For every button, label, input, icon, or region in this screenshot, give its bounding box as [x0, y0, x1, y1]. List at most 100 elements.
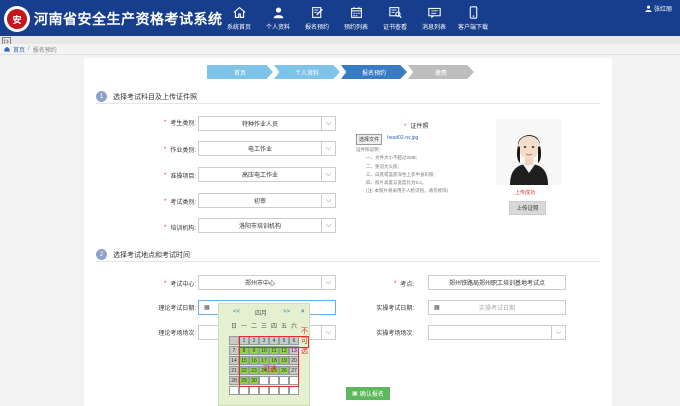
choose-file-button[interactable]: 选择文件	[356, 134, 383, 145]
theory-date-label: 理论考试日期:	[122, 303, 196, 312]
select-value: 初审	[253, 199, 266, 205]
id-photo-title: * 证件照	[404, 121, 428, 130]
nav-certificate-label: 证书查看	[382, 25, 407, 31]
calendar-empty-cell	[289, 386, 299, 395]
required-mark: *	[163, 119, 167, 126]
chevron-down-icon: ⌵	[321, 219, 335, 232]
progress-steps: 首页 个人资料 报名预约 缴费	[207, 65, 475, 79]
section-place-time-header: 2 选择考试地点和考试时间	[96, 248, 600, 262]
confirm-registration-button[interactable]: ▣ 确认报名	[346, 387, 390, 400]
chevron-down-icon: ⌵	[321, 117, 335, 130]
calendar-empty-cell	[239, 386, 249, 395]
nav-client-download[interactable]: 客户端下载	[455, 0, 491, 36]
id-photo-notes: 证件照说明： 一、文件大小不超过2MB; 二、免冠大头照; 三、白底或蓝底深色上…	[356, 146, 448, 196]
section-title: 选择考试地点和考试时间	[113, 251, 190, 259]
exam-site-input[interactable]: 郑州铁路局郑州职工培训基地考试点	[428, 275, 566, 290]
user-menu[interactable]: 张红丽	[645, 4, 672, 13]
chevron-down-icon: ⌵	[321, 168, 335, 181]
portrait-image	[496, 119, 562, 185]
available-annotation: 可选	[263, 366, 277, 373]
nav-booking-list[interactable]: 预约列表	[338, 0, 374, 36]
upload-photo-button[interactable]: 上传证照	[509, 201, 546, 215]
prev-month-button[interactable]: <<	[233, 309, 240, 315]
required-mark: *	[163, 198, 167, 205]
calendar-empty-cell	[269, 386, 279, 395]
nav-registration[interactable]: 报名预约	[299, 0, 335, 36]
practical-date-input[interactable]: ▦ 实操考试日期	[428, 300, 566, 315]
field-label: 作业类别:	[170, 148, 196, 154]
select-value: 高压电工作业	[241, 173, 278, 179]
required-mark: *	[163, 224, 167, 231]
required-mark: *	[163, 280, 167, 287]
field-label: 理论考试日期:	[158, 306, 196, 312]
exam-type-select[interactable]: 初审 ⌵	[198, 193, 336, 208]
calendar-empty-cell	[279, 386, 289, 395]
calendar-day[interactable]: 21	[229, 366, 239, 375]
required-mark: *	[163, 172, 167, 179]
weekday-header: 四	[270, 324, 277, 330]
required-mark: *	[163, 146, 167, 153]
training-org-select[interactable]: 洛阳市培训机构 ⌵	[198, 218, 336, 233]
certificate-search-icon	[388, 7, 402, 19]
calendar-empty-cell	[259, 386, 269, 395]
chevron-down-icon: ⌵	[321, 142, 335, 155]
calendar-day[interactable]: 14	[229, 356, 239, 365]
user-icon	[645, 5, 652, 12]
top-header: 安 河南省安全生产资格考试系统 系统首页 个人资料 报名预约 预约列表 证书查看…	[0, 0, 680, 36]
site-logo: 安	[4, 6, 30, 32]
edit-form-icon	[311, 7, 323, 18]
note-line: (注: 本照片将采用于人脸识别，请勿修饰)	[366, 188, 448, 194]
field-label: 培训机构:	[170, 226, 196, 232]
calendar-day[interactable]: 7	[229, 346, 239, 355]
exam-site-label: * 考点:	[354, 279, 414, 289]
unavailable-annotation: 不可选	[301, 328, 308, 355]
step-home: 首页	[207, 65, 273, 79]
operation-item-select[interactable]: 高压电工作业 ⌵	[198, 167, 336, 182]
exam-type-label: * 考试类别:	[122, 197, 196, 207]
calendar-day[interactable]: 28	[229, 376, 239, 385]
breadcrumb-home[interactable]: 首页	[13, 45, 25, 54]
job-category-label: * 作业类别:	[122, 145, 196, 155]
field-label: 考点:	[400, 282, 414, 288]
practical-session-label: 实操考场场次:	[354, 328, 414, 337]
required-mark: *	[393, 280, 397, 287]
note-line: 一、文件大小不超过2MB;	[366, 155, 418, 161]
breadcrumb-separator: /	[28, 46, 30, 52]
nav-messages[interactable]: 消息列表	[416, 0, 452, 36]
chevron-down-icon: ⌵	[321, 194, 335, 207]
section-title: 选择考试科目及上传证件照	[113, 93, 197, 101]
weekday-header: 六	[290, 324, 297, 330]
practical-session-select[interactable]: ⌵	[428, 325, 566, 340]
home-small-icon	[4, 46, 10, 52]
breadcrumb-current: 报名预约	[32, 47, 57, 54]
calendar-empty-cell	[229, 386, 239, 395]
nav-registration-label: 报名预约	[304, 25, 329, 31]
home-icon	[232, 6, 246, 18]
breadcrumb: 首页 / 报名预约	[0, 44, 680, 55]
field-label: 考试中心:	[170, 282, 196, 288]
nav-profile[interactable]: 个人资料	[260, 0, 296, 36]
candidate-type-select[interactable]: 特种作业人员 ⌵	[198, 116, 336, 131]
field-label: 实操考场场次:	[376, 331, 414, 337]
field-label: 考试类别:	[170, 200, 196, 206]
nav-certificate[interactable]: 证书查看	[377, 0, 413, 36]
theory-session-label: 理论考场场次:	[122, 328, 196, 337]
job-category-select[interactable]: 电工作业 ⌵	[198, 141, 336, 156]
select-value: 特种作业人员	[241, 122, 278, 128]
calendar-icon: ▦	[204, 305, 210, 311]
phone-download-icon	[469, 6, 477, 19]
step-profile: 个人资料	[274, 65, 340, 79]
required-mark: *	[404, 124, 407, 130]
exam-center-select[interactable]: 郑州市中心 ⌵	[198, 275, 336, 290]
date-picker-popup: << 四月 >> × 日一二三四五六 1 2 3 4 5 6 7 8 9 10 11 12 13 14 15 1…	[218, 303, 310, 406]
nav-home[interactable]: 系统首页	[221, 0, 257, 36]
weekday-header: 五	[280, 324, 287, 330]
site-title: 河南省安全生产资格考试系统	[34, 13, 223, 28]
select-value: 郑州市中心	[244, 281, 275, 287]
close-icon[interactable]: ×	[301, 309, 305, 315]
note-line: 四、照片高度与宽度比为5:4。	[366, 180, 427, 186]
upload-status: 上传成功	[515, 190, 536, 196]
main-panel: 首页 个人资料 报名预约 缴费 1 选择考试科目及上传证件照 * 考生类别: 特种…	[84, 58, 612, 406]
field-label: 考生类别:	[170, 121, 196, 127]
next-month-button[interactable]: >>	[283, 309, 290, 315]
